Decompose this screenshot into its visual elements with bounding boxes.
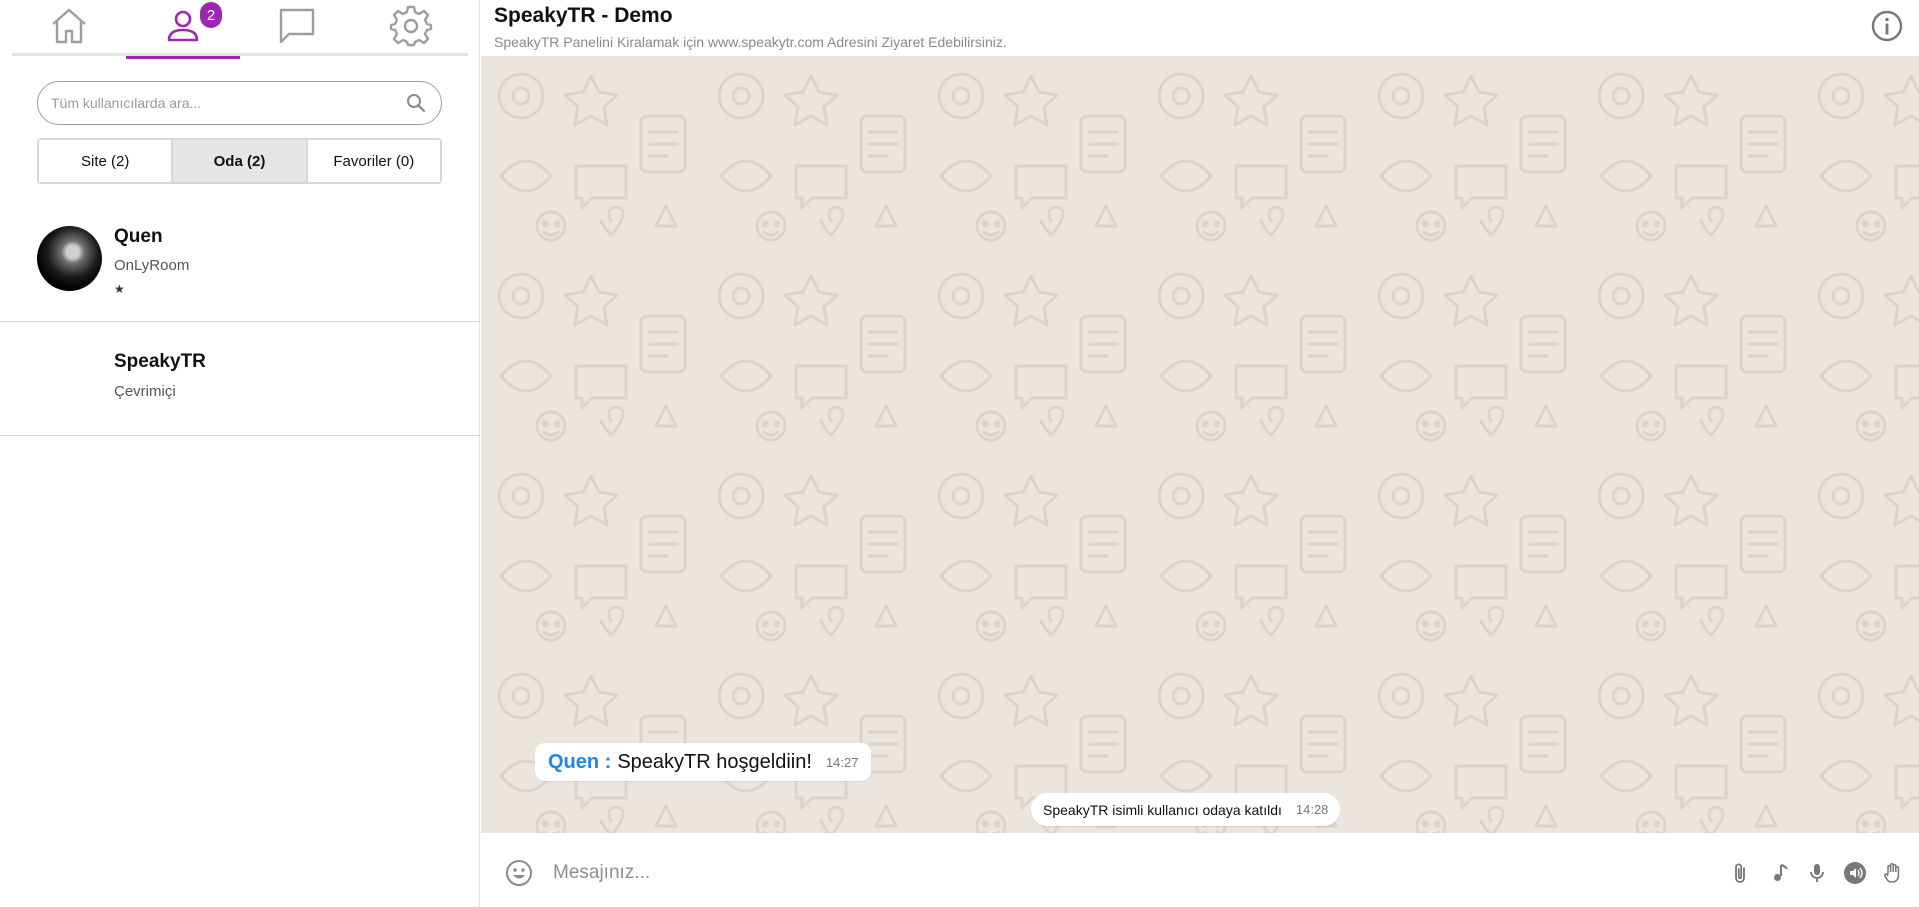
user-name: SpeakyTR [114,351,206,372]
user-filter-group: Site (2) Oda (2) Favoriler (0) [37,138,442,184]
user-icon [161,4,205,53]
emoji-icon[interactable] [505,859,533,887]
tab-users[interactable]: 2 [126,0,240,59]
message-time: 14:27 [825,754,859,770]
message-text: SpeakyTR hoşgeldiin! [617,750,812,773]
user-count-badge: 2 [200,2,222,28]
filter-favorites-button[interactable]: Favoriler (0) [307,140,440,182]
user-status: OnLyRoom [114,257,190,274]
message-text: SpeakyTR isimli kullanıcı odaya katıldı [1043,801,1282,818]
room-title: SpeakyTR - Demo [494,4,673,27]
star-icon: ★ [114,282,125,296]
message-time: 14:28 [1295,802,1329,817]
room-subtitle: SpeakyTR Panelini Kiralamak için www.spe… [494,34,1007,50]
user-status: Çevrimiçi [114,383,176,400]
message-sender[interactable]: Quen : [548,751,611,774]
info-icon[interactable] [1869,8,1905,44]
attachment-icon[interactable] [1728,861,1752,885]
avatar [37,226,102,291]
tab-settings[interactable] [354,0,468,56]
user-name: Quen [114,226,163,247]
sidebar: 2 Site (2) Oda (2) Favor [0,0,480,907]
user-search-box [37,81,442,125]
message-area[interactable]: Quen : SpeakyTR hoşgeldiin! 14:27 Speaky… [481,56,1919,833]
chat-message: Quen : SpeakyTR hoşgeldiin! 14:27 [535,743,872,781]
raise-hand-icon[interactable] [1881,861,1905,885]
gear-icon [389,4,433,53]
filter-room-button[interactable]: Oda (2) [173,140,306,182]
chat-header: SpeakyTR - Demo SpeakyTR Panelini Kirala… [481,0,1919,56]
user-list-item[interactable]: Quen OnLyRoom ★ [0,204,480,322]
chat-panel: SpeakyTR - Demo SpeakyTR Panelini Kirala… [481,0,1919,907]
music-note-icon[interactable] [1767,861,1791,885]
sound-icon[interactable] [1843,861,1867,885]
chat-bubble-icon [275,4,319,53]
filter-site-button[interactable]: Site (2) [39,140,172,182]
user-list-item[interactable]: SpeakyTR Çevrimiçi [0,322,480,436]
system-message: SpeakyTR isimli kullanıcı odaya katıldı … [1031,793,1341,826]
search-icon[interactable] [405,92,427,114]
home-icon [47,4,91,53]
tab-messages[interactable] [240,0,354,56]
search-input[interactable] [51,95,405,111]
tab-home[interactable] [12,0,126,56]
message-composer [481,833,1919,907]
nav-tabs: 2 [12,0,468,59]
chat-wallpaper [481,56,1919,833]
message-input[interactable] [553,855,1653,891]
microphone-icon[interactable] [1805,861,1829,885]
